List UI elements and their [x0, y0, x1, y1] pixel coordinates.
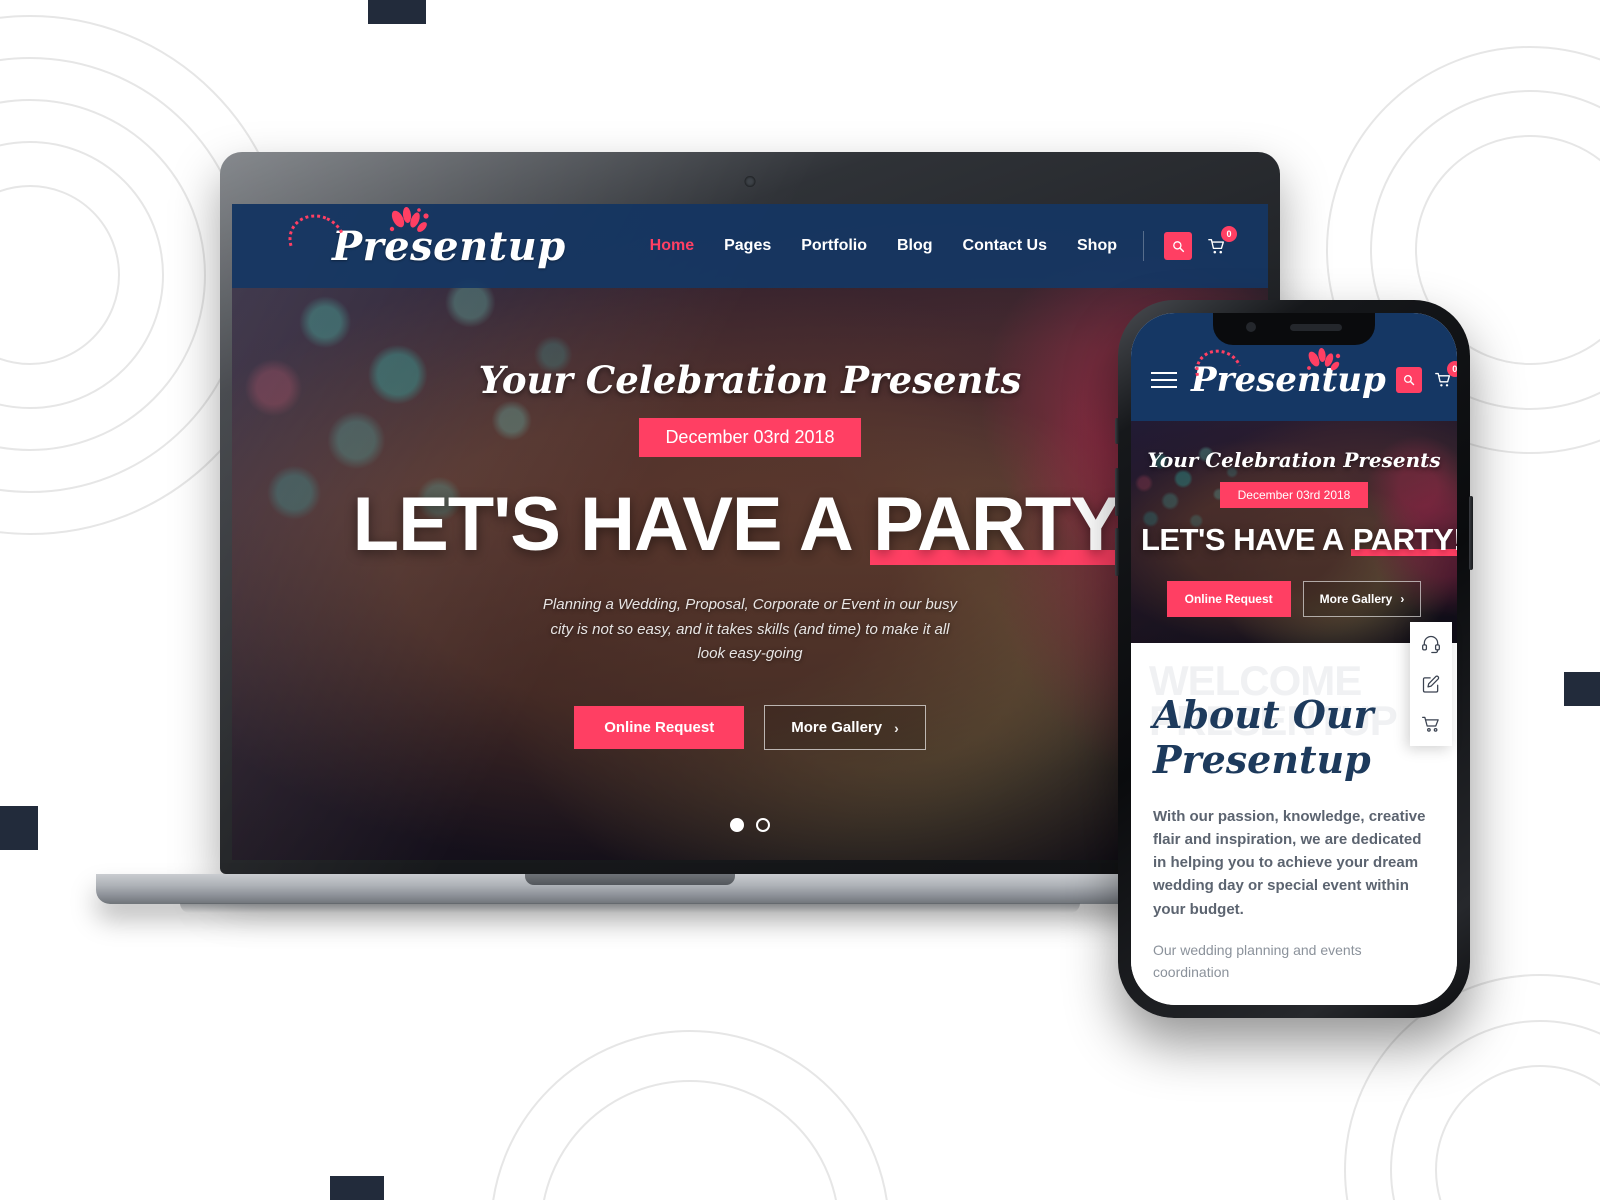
mobile-more-gallery-label: More Gallery [1319, 591, 1393, 606]
about-heading: About Our Presentup [1153, 692, 1435, 783]
slider-dot-1[interactable] [730, 818, 744, 832]
laptop-webcam-icon [744, 176, 756, 187]
nav-link-contact-us[interactable]: Contact Us [963, 237, 1047, 255]
search-button[interactable] [1164, 232, 1192, 260]
cart-icon [1207, 238, 1225, 255]
shopping-cart-icon[interactable] [1419, 712, 1443, 736]
mobile-nav-actions: 0 [1395, 361, 1457, 393]
desktop-hero-section: Your Celebration Presents December 03rd … [232, 288, 1268, 860]
laptop-screen: Presentup Home Pages Portfolio Blog Cont… [232, 204, 1268, 860]
nav-link-pages[interactable]: Pages [724, 237, 771, 255]
phone-notch [1213, 313, 1375, 345]
desktop-nav-actions: 0 [1164, 226, 1237, 260]
mobile-cart-button[interactable]: 0 [1430, 361, 1457, 393]
mobile-hero-button-group: Online Request More Gallery › [1141, 580, 1447, 617]
hero-subtitle: Planning a Wedding, Proposal, Corporate … [542, 595, 958, 663]
logo-confetti-burst-icon [384, 206, 430, 237]
mobile-hero-title-highlight: PARTY! [1350, 524, 1457, 556]
phone-silent-switch [1115, 418, 1119, 444]
pencil-edit-icon[interactable] [1419, 672, 1443, 696]
phone-volume-down-button [1115, 528, 1119, 576]
mobile-hero-eyebrow: Your Celebration Presents [1147, 447, 1441, 472]
nav-link-home[interactable]: Home [650, 237, 694, 255]
phone-front-camera-icon [1246, 322, 1256, 332]
mobile-hero-content: Your Celebration Presents December 03rd … [1141, 447, 1457, 617]
hero-title: LET'S HAVE A PARTY! [353, 486, 1148, 565]
mobile-logo-confetti-burst-icon [1302, 348, 1342, 374]
cart-count-badge: 0 [1221, 226, 1237, 242]
mobile-about-section: WELCOME PRESENTUP About Our Presentup Wi… [1131, 643, 1457, 1005]
hero-button-group: Online Request More Gallery › [574, 705, 926, 751]
hero-slider-dots [730, 818, 770, 832]
search-icon [1403, 374, 1415, 386]
hamburger-menu-icon[interactable] [1147, 368, 1181, 392]
nav-link-portfolio[interactable]: Portfolio [801, 237, 867, 255]
mobile-search-button[interactable] [1395, 367, 1422, 393]
phone-volume-up-button [1115, 468, 1119, 516]
square-accent-bottom-left [330, 1176, 384, 1200]
nav-link-blog[interactable]: Blog [897, 237, 933, 255]
logo-text: Presentup [332, 222, 566, 270]
search-icon [1172, 240, 1185, 253]
laptop-foot-shadow [180, 903, 1080, 913]
about-lead-paragraph: With our passion, knowledge, creative fl… [1153, 807, 1426, 918]
hero-date-badge: December 03rd 2018 [639, 417, 861, 457]
laptop-mockup: Presentup Home Pages Portfolio Blog Cont… [96, 152, 1280, 913]
chevron-right-icon: › [894, 719, 899, 736]
phone-screen: Presentup 0 Your Celebration Presents De… [1131, 313, 1457, 1005]
online-request-button[interactable]: Online Request [574, 706, 745, 750]
square-accent-mid-left [0, 806, 38, 850]
desktop-website: Presentup Home Pages Portfolio Blog Cont… [232, 204, 1268, 860]
phone-power-button [1469, 496, 1473, 570]
mobile-online-request-button[interactable]: Online Request [1166, 580, 1291, 617]
navbar-divider [1143, 231, 1144, 261]
mobile-more-gallery-button[interactable]: More Gallery › [1302, 580, 1422, 617]
mobile-hero-date-badge: December 03rd 2018 [1219, 481, 1369, 508]
hero-title-plain: LET'S HAVE A [352, 481, 871, 567]
mobile-cart-count-badge: 0 [1446, 361, 1457, 377]
site-logo[interactable]: Presentup [279, 204, 566, 277]
chevron-right-icon: › [1400, 591, 1405, 606]
desktop-nav-links: Home Pages Portfolio Blog Contact Us Sho… [650, 237, 1117, 255]
square-accent-mid-right [1564, 672, 1600, 706]
cart-button[interactable]: 0 [1202, 226, 1237, 260]
mobile-hero-title: LET'S HAVE A PARTY! [1141, 521, 1457, 557]
mobile-hero-title-plain: LET'S HAVE A [1141, 521, 1351, 557]
more-gallery-button[interactable]: More Gallery › [764, 705, 926, 751]
mobile-hero-section: Your Celebration Presents December 03rd … [1131, 421, 1457, 643]
square-accent-top-left [368, 0, 426, 24]
phone-earpiece-speaker [1290, 323, 1342, 331]
about-body-paragraph: Our wedding planning and events coordina… [1153, 941, 1362, 981]
desktop-navbar: Presentup Home Pages Portfolio Blog Cont… [232, 204, 1268, 288]
laptop-base [96, 874, 1164, 913]
about-heading-line1: About Our [1153, 692, 1374, 737]
mobile-site-logo[interactable]: Presentup [1188, 342, 1386, 402]
hero-eyebrow: Your Celebration Presents [478, 357, 1022, 402]
concentric-rings-bottom-decoration [480, 1020, 900, 1200]
hero-title-highlight: PARTY! [870, 486, 1148, 565]
floating-widget-rail [1410, 622, 1452, 746]
slider-dot-2[interactable] [756, 818, 770, 832]
about-heading-line2: Presentup [1153, 736, 1371, 782]
more-gallery-label: More Gallery [791, 719, 883, 737]
headset-support-icon[interactable] [1419, 632, 1443, 656]
nav-link-shop[interactable]: Shop [1077, 237, 1117, 255]
